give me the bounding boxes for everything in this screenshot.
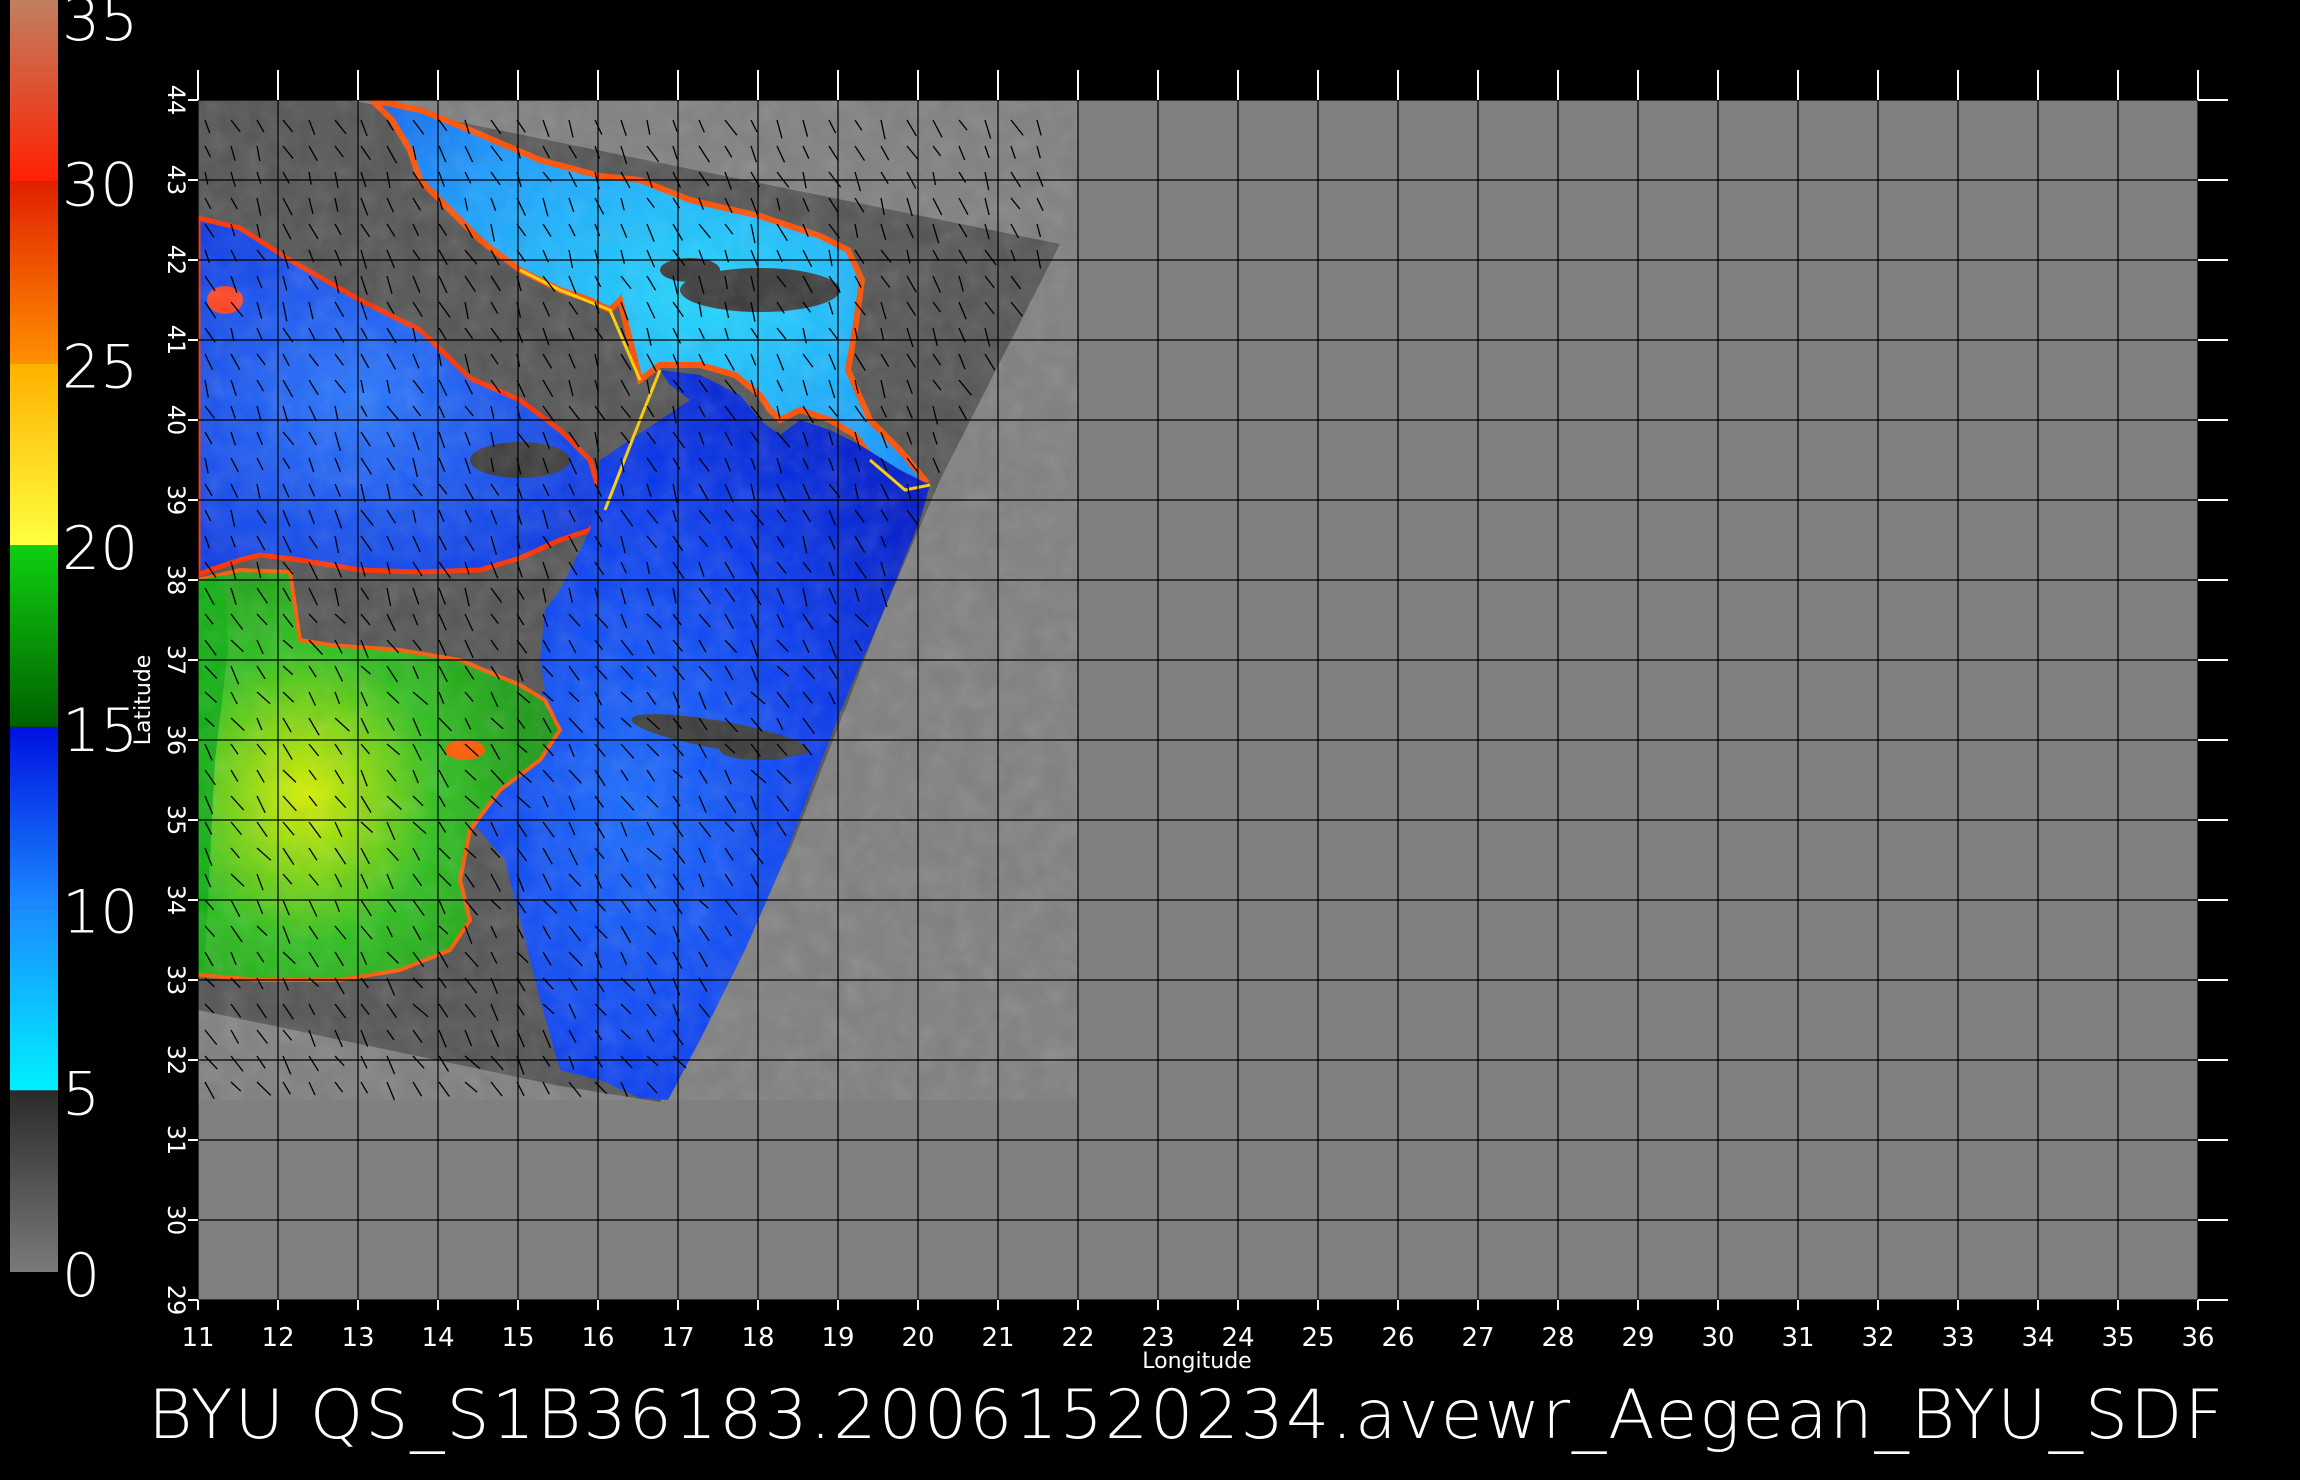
wind-map-figure: 35 30 25 20 15 10 5 0 11 12 13 14 15 16 17 18 1… [10,0,2228,1374]
x-tick-label: 27 [1461,1323,1494,1353]
y-tick-label: 35 [162,805,190,836]
x-tick-label: 14 [421,1323,454,1353]
x-tick-label: 29 [1621,1323,1654,1353]
color-scale-label: 5 [62,1059,100,1129]
x-tick-label: 17 [661,1323,694,1353]
y-tick-label: 34 [162,885,190,916]
y-tick-label: 42 [162,245,190,276]
color-scale-segment [10,908,58,1091]
y-tick-label: 31 [162,1125,190,1156]
x-tick-label: 12 [261,1323,294,1353]
x-tick-label: 33 [1941,1323,1974,1353]
x-tick-label: 34 [2021,1323,2054,1353]
color-scale-bar [10,0,58,1272]
y-tick-label: 30 [162,1205,190,1236]
x-tick-label: 13 [341,1323,374,1353]
color-scale-segment [10,363,58,546]
y-tick-label: 38 [162,565,190,596]
x-tick-label: 36 [2181,1323,2214,1353]
x-tick-label: 35 [2101,1323,2134,1353]
x-tick-label: 21 [981,1323,1014,1353]
y-tick-label: 36 [162,725,190,756]
x-tick-label: 32 [1861,1323,1894,1353]
color-scale-label: 10 [62,878,138,948]
x-tick-label: 19 [821,1323,854,1353]
x-tick-label: 28 [1541,1323,1574,1353]
x-tick-label: 26 [1381,1323,1414,1353]
y-tick-label: 37 [162,645,190,676]
y-tick-label: 29 [162,1285,190,1316]
y-tick-label: 43 [162,165,190,196]
x-tick-label: 22 [1061,1323,1094,1353]
texture-overlay [198,100,1078,1100]
color-scale-label: 25 [62,332,138,402]
y-tick-label: 41 [162,325,190,356]
color-scale-segment [10,0,58,182]
color-scale-label: 0 [62,1241,100,1311]
y-tick-label: 39 [162,485,190,516]
color-scale-label: 35 [62,0,138,55]
x-tick-label: 15 [501,1323,534,1353]
x-tick-label: 30 [1701,1323,1734,1353]
color-scale-label: 20 [62,514,138,584]
x-tick-label: 11 [181,1323,214,1353]
y-tick-labels: 29 30 31 32 33 34 35 36 37 38 39 40 41 42 43 44 [162,85,190,1316]
color-scale-label: 30 [62,151,138,221]
color-scale-segment [10,545,58,727]
color-scale-segment [10,726,58,909]
wind-speed-field [198,100,1078,1102]
y-axis-label: Latitude [131,655,156,746]
x-tick-label: 25 [1301,1323,1334,1353]
color-scale-label: 15 [62,696,138,766]
color-scale-segment [10,181,58,364]
color-scale-labels: 35 30 25 20 15 10 5 0 [62,0,138,1311]
x-tick-label: 16 [581,1323,614,1353]
color-scale-segment [10,1090,58,1272]
x-tick-label: 18 [741,1323,774,1353]
x-tick-label: 20 [901,1323,934,1353]
product-title: BYU QS_S1B36183.20061520234.avewr_Aegean… [148,1376,2226,1455]
y-tick-label: 32 [162,1045,190,1076]
y-tick-label: 40 [162,405,190,436]
y-tick-label: 33 [162,965,190,996]
y-tick-label: 44 [162,85,190,116]
x-tick-label: 31 [1781,1323,1814,1353]
